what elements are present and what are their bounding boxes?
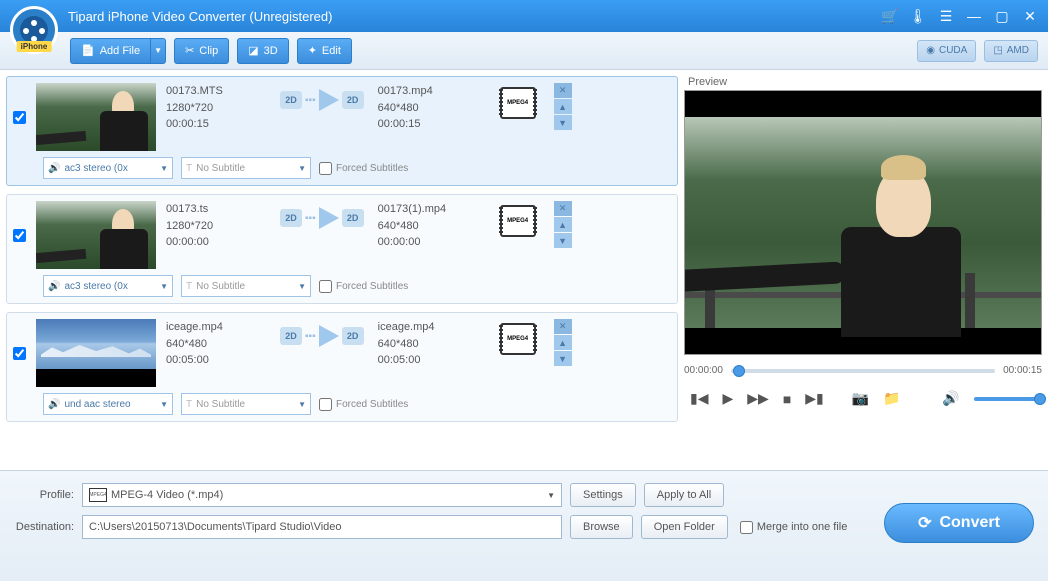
app-logo: iPhone [10,6,58,54]
speaker-icon: 🔊 [48,281,60,292]
file-list: 00173.MTS1280*72000:00:15 2D▪▪▪2D 00173.mp… [0,70,684,470]
thumbnail [36,83,156,151]
preview-panel: Preview 00:00:00 00:00:15 ▮◀ ▶ ▶▶ ■ ▶▮ 📷 [684,70,1048,470]
open-folder-button[interactable]: 📁 [883,390,900,407]
prev-button[interactable]: ▮◀ [690,390,708,407]
remove-item-button[interactable]: ✕ [554,319,572,334]
merge-checkbox[interactable]: Merge into one file [740,521,848,534]
titlebar: iPhone Tipard iPhone Video Converter (Un… [0,0,1048,32]
time-current: 00:00:00 [684,365,723,376]
remove-item-button[interactable]: ✕ [554,201,572,216]
open-destination-button[interactable]: Open Folder [641,515,728,539]
file-item[interactable]: iceage.mp4640*48000:05:00 2D▪▪▪2D iceage.m… [6,312,678,422]
minimize-button[interactable]: — [966,8,982,24]
output-info: 00173(1).mp4640*48000:00:00 [378,201,478,251]
maximize-button[interactable]: ▢ [994,8,1010,24]
cuda-button[interactable]: ◉ CUDA [917,40,976,62]
format-badge: MPEG4 [500,205,536,237]
close-button[interactable]: ✕ [1022,8,1038,24]
file-checkbox[interactable] [13,229,26,242]
source-info: iceage.mp4640*48000:05:00 [166,319,266,369]
3d-button[interactable]: ◪ 3D [237,38,288,64]
seek-bar[interactable] [731,369,995,373]
destination-input[interactable]: C:\Users\20150713\Documents\Tipard Studi… [82,515,562,539]
nvidia-icon: ◉ [926,45,935,56]
time-total: 00:00:15 [1003,365,1042,376]
move-up-button[interactable]: ▲ [554,99,572,114]
conversion-arrow: 2D▪▪▪2D [280,325,364,347]
destination-label: Destination: [14,521,74,533]
text-icon: T [186,163,192,174]
audio-track-dropdown[interactable]: 🔊ac3 stereo (0x▼ [43,275,173,297]
source-info: 00173.MTS1280*72000:00:15 [166,83,266,133]
toolbar: 📄 Add File ▼ ✂ Clip ◪ 3D ✦ Edit ◉ CUDA ◳… [0,32,1048,70]
move-down-button[interactable]: ▼ [554,351,572,366]
convert-icon: ⟳ [918,513,931,533]
3d-icon: ◪ [248,44,258,57]
subtitle-dropdown[interactable]: TNo Subtitle▼ [181,393,311,415]
speaker-icon: 🔊 [48,163,60,174]
cart-icon[interactable]: 🛒 [882,8,898,24]
window-title: Tipard iPhone Video Converter (Unregiste… [68,9,332,24]
volume-icon[interactable]: 🔊 [942,390,959,407]
subtitle-dropdown[interactable]: TNo Subtitle▼ [181,157,311,179]
file-item[interactable]: 00173.ts1280*72000:00:00 2D▪▪▪2D 00173(1).… [6,194,678,304]
volume-slider[interactable] [974,397,1042,401]
move-down-button[interactable]: ▼ [554,233,572,248]
output-info: 00173.mp4640*48000:00:15 [378,83,478,133]
browse-button[interactable]: Browse [570,515,633,539]
thermometer-icon[interactable]: 🌡 [910,8,926,24]
add-file-button[interactable]: 📄 Add File [70,38,150,64]
wand-icon: ✦ [308,44,317,57]
file-checkbox[interactable] [13,347,26,360]
audio-track-dropdown[interactable]: 🔊und aac stereo▼ [43,393,173,415]
remove-item-button[interactable]: ✕ [554,83,572,98]
forced-subtitles-checkbox[interactable]: Forced Subtitles [319,398,408,411]
settings-button[interactable]: Settings [570,483,636,507]
add-file-dropdown[interactable]: ▼ [150,38,166,64]
edit-button[interactable]: ✦ Edit [297,38,352,64]
file-checkbox[interactable] [13,111,26,124]
thumbnail [36,319,156,387]
conversion-arrow: 2D▪▪▪2D [280,207,364,229]
source-info: 00173.ts1280*72000:00:00 [166,201,266,251]
snapshot-button[interactable]: 📷 [852,390,869,407]
add-file-icon: 📄 [81,44,95,57]
thumbnail [36,201,156,269]
clip-button[interactable]: ✂ Clip [174,38,229,64]
amd-button[interactable]: ◳ AMD [984,40,1038,62]
next-button[interactable]: ▶▮ [805,390,823,407]
text-icon: T [186,399,192,410]
scissors-icon: ✂ [185,44,194,57]
convert-button[interactable]: ⟳ Convert [884,503,1034,543]
output-info: iceage.mp4640*48000:05:00 [378,319,478,369]
preview-label: Preview [684,76,1042,88]
file-item[interactable]: 00173.MTS1280*72000:00:15 2D▪▪▪2D 00173.mp… [6,76,678,186]
apply-to-all-button[interactable]: Apply to All [644,483,724,507]
stop-button[interactable]: ■ [783,391,791,407]
text-icon: T [186,281,192,292]
format-badge: MPEG4 [500,323,536,355]
amd-icon: ◳ [993,45,1002,56]
play-button[interactable]: ▶ [722,390,733,407]
fast-forward-button[interactable]: ▶▶ [747,390,769,407]
menu-icon[interactable]: ☰ [938,8,954,24]
profile-dropdown[interactable]: MPEG4 MPEG-4 Video (*.mp4) ▼ [82,483,562,507]
preview-video[interactable] [684,90,1042,355]
move-up-button[interactable]: ▲ [554,335,572,350]
mpeg-icon: MPEG4 [89,488,107,502]
speaker-icon: 🔊 [48,399,60,410]
audio-track-dropdown[interactable]: 🔊ac3 stereo (0x▼ [43,157,173,179]
subtitle-dropdown[interactable]: TNo Subtitle▼ [181,275,311,297]
profile-label: Profile: [14,489,74,501]
bottom-panel: Profile: MPEG4 MPEG-4 Video (*.mp4) ▼ Se… [0,470,1048,581]
move-down-button[interactable]: ▼ [554,115,572,130]
conversion-arrow: 2D▪▪▪2D [280,89,364,111]
format-badge: MPEG4 [500,87,536,119]
move-up-button[interactable]: ▲ [554,217,572,232]
forced-subtitles-checkbox[interactable]: Forced Subtitles [319,280,408,293]
forced-subtitles-checkbox[interactable]: Forced Subtitles [319,162,408,175]
